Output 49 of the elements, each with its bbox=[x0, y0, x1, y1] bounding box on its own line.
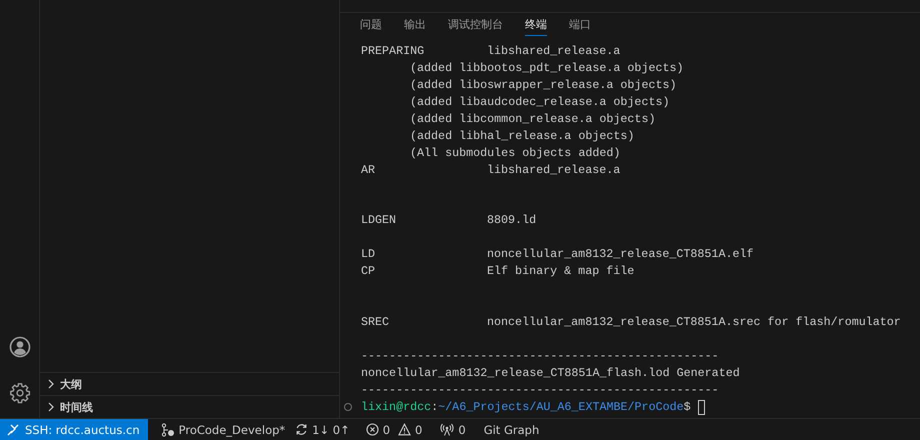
panel-tab[interactable]: 输出 bbox=[404, 13, 426, 36]
terminal-text: libshared_release.a bbox=[487, 43, 620, 60]
branch-icon bbox=[160, 422, 175, 436]
terminal-text: SREC bbox=[361, 314, 390, 331]
problems-button[interactable]: 0 0 bbox=[360, 419, 428, 440]
panel-tab[interactable]: 问题 bbox=[360, 13, 382, 36]
terminal-text: CP bbox=[361, 263, 376, 280]
terminal-text: (added libbootos_pdt_release.a objects) bbox=[409, 60, 684, 77]
terminal-text: (added libcommon_release.a objects) bbox=[409, 110, 656, 128]
settings-icon[interactable] bbox=[8, 382, 30, 404]
panel-tab[interactable]: 终端 bbox=[525, 13, 547, 36]
terminal-text: libshared_release.a bbox=[487, 162, 620, 178]
terminal-text: noncellular_am8132_release_CT8851A.srec for flash/romulator bbox=[487, 314, 901, 331]
antenna-icon bbox=[440, 423, 454, 436]
ports-button[interactable]: 0 bbox=[435, 419, 471, 440]
terminal-text: (added libhal_release.a objects) bbox=[409, 128, 634, 145]
prompt-path: ~/A6_Projects/AU_A6_EXTAMBE/ProCode bbox=[438, 398, 684, 416]
prompt-separator: : bbox=[431, 398, 438, 416]
panel-tab[interactable]: 调试控制台 bbox=[448, 13, 503, 36]
branch-button[interactable]: ProCode_Develop* bbox=[156, 419, 290, 440]
prompt-user: lixin@rdcc bbox=[361, 398, 432, 416]
terminal-text: noncellular_am8132_release_CT8851A.elf bbox=[487, 246, 754, 264]
warning-icon bbox=[398, 423, 412, 436]
terminal-text: (added liboswrapper_release.a objects) bbox=[409, 76, 677, 94]
chevron-right-icon bbox=[46, 402, 56, 412]
terminal-text: (added libaudcodec_release.a objects) bbox=[409, 94, 670, 111]
terminal-text: Elf binary & map file bbox=[487, 263, 634, 280]
error-icon bbox=[366, 423, 379, 436]
sync-icon bbox=[295, 423, 308, 436]
sync-button[interactable]: 1↓ 0↑ bbox=[290, 419, 355, 440]
terminal-text: --------------------------------------------------- bbox=[361, 382, 719, 399]
terminal-text: PREPARING bbox=[361, 43, 426, 60]
terminal-text: AR bbox=[361, 162, 376, 178]
remote-button[interactable]: SSH: rdcc.auctus.cn bbox=[0, 419, 148, 440]
terminal-text: LDGEN bbox=[361, 212, 398, 230]
cursor-icon bbox=[698, 400, 705, 415]
chevron-right-icon bbox=[46, 379, 56, 389]
terminal-text: noncellular_am8132_release_CT8851A_flash.lod Generated bbox=[361, 364, 740, 382]
git-graph-button[interactable]: Git Graph bbox=[478, 419, 544, 440]
remote-icon bbox=[7, 424, 19, 436]
section-header[interactable]: 大纲 bbox=[40, 372, 339, 395]
terminal-text: --------------------------------------------------- bbox=[361, 348, 719, 365]
terminal-text: (All submodules objects added) bbox=[409, 144, 620, 162]
terminal-text: LD bbox=[361, 246, 376, 264]
panel-tab[interactable]: 端口 bbox=[569, 13, 591, 36]
account-icon[interactable] bbox=[8, 336, 30, 358]
terminal-text: 8809.ld bbox=[487, 212, 536, 230]
status-dot-icon bbox=[344, 403, 352, 412]
prompt-symbol: $ bbox=[684, 398, 691, 416]
